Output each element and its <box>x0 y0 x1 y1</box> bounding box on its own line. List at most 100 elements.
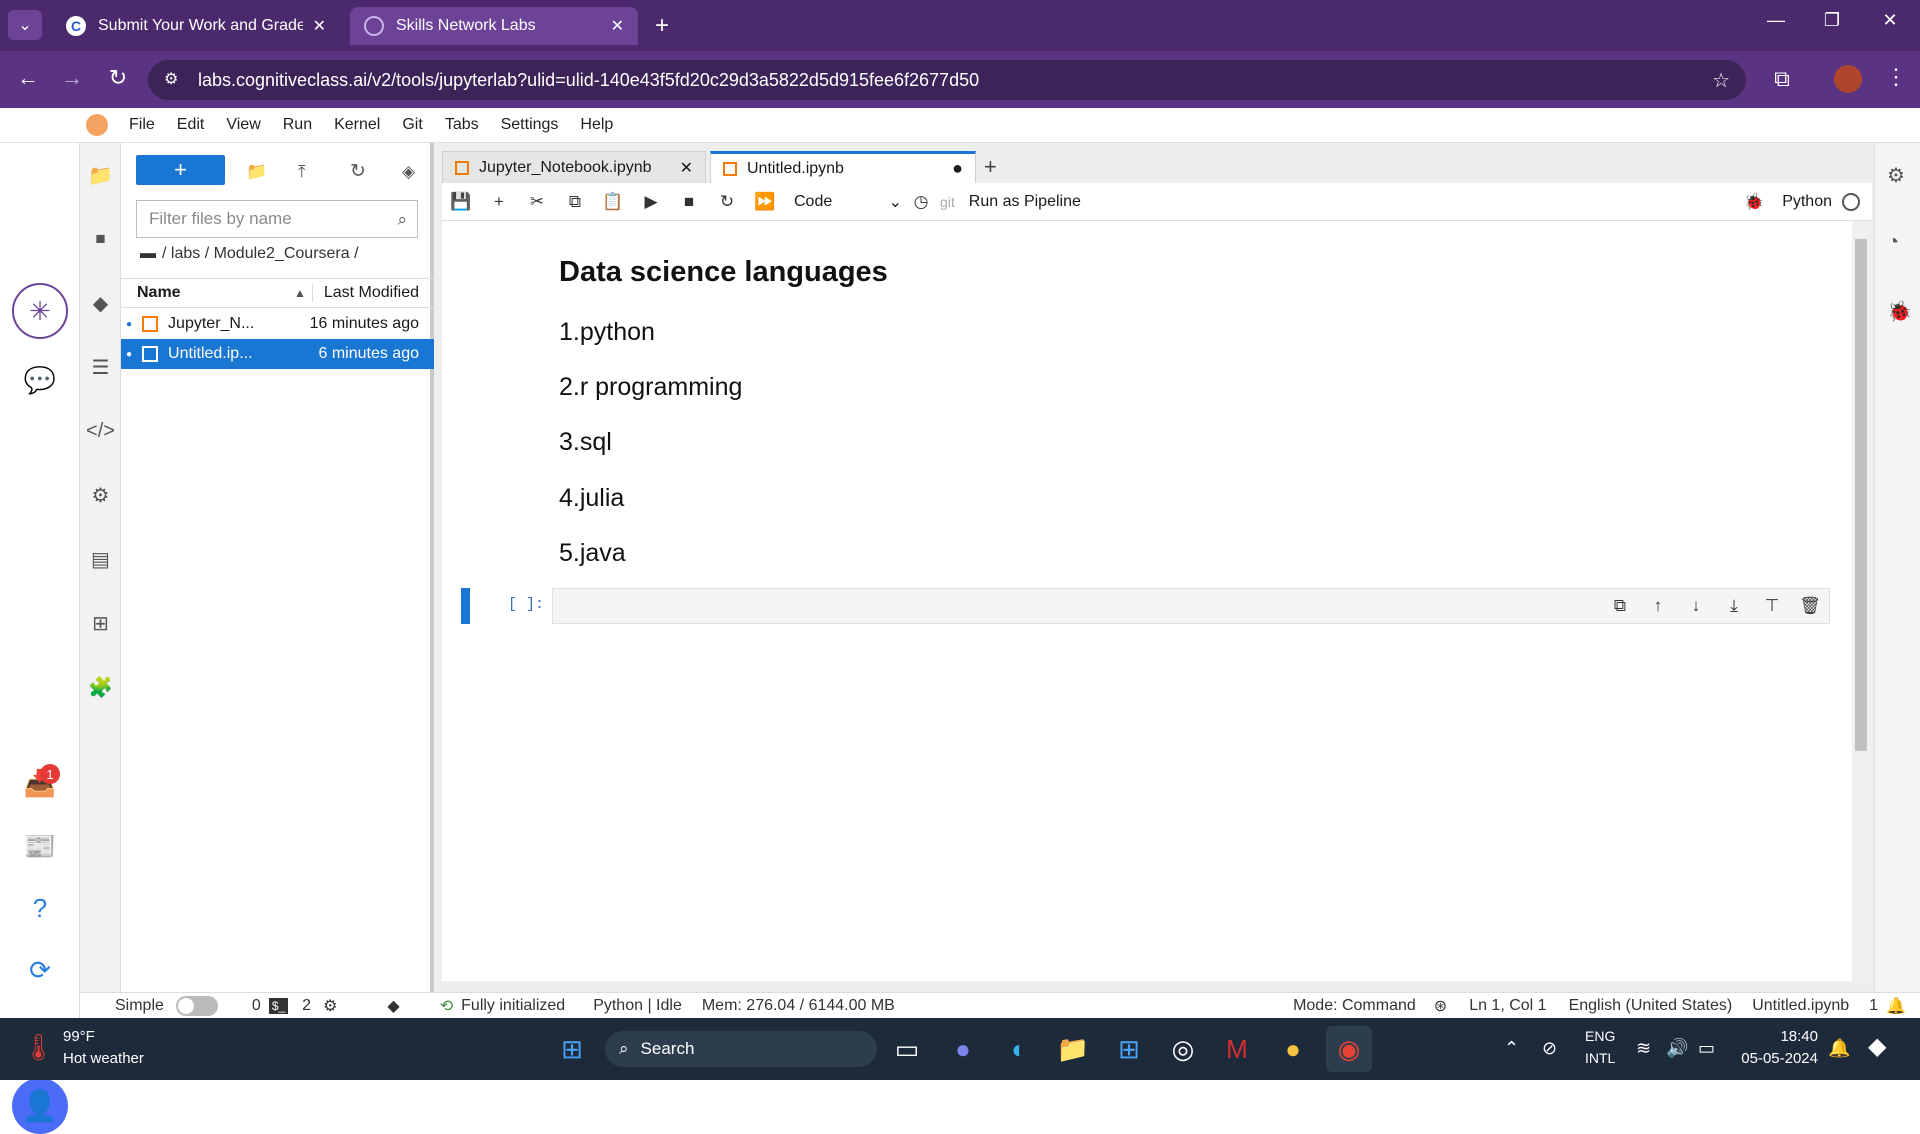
debugger-icon[interactable]: 🐞 <box>1887 299 1912 324</box>
insert-below-icon[interactable]: ⊤ <box>1753 596 1791 616</box>
kernel-status[interactable]: Python | Idle <box>593 997 682 1015</box>
language-secondary[interactable]: INTL <box>1585 1050 1615 1066</box>
weather-desc[interactable]: Hot weather <box>63 1050 144 1067</box>
chat-icon[interactable]: 💬 <box>0 365 80 396</box>
new-folder-icon[interactable]: 📁 <box>246 162 267 182</box>
close-window-button[interactable]: ✕ <box>1870 10 1910 31</box>
task-view-icon[interactable]: ▭ <box>884 1026 930 1072</box>
tab-submit-work[interactable]: C Submit Your Work and Grade Y ✕ <box>52 7 340 45</box>
extension-icon[interactable]: 🧩 <box>80 665 121 709</box>
refresh-icon[interactable]: ↻ <box>350 160 366 183</box>
col-modified[interactable]: Last Modified <box>312 284 434 302</box>
move-down-icon[interactable]: ↓ <box>1677 596 1715 616</box>
debugger-icon[interactable]: 🐞 <box>1744 192 1764 212</box>
unsaved-dot-icon[interactable]: ● <box>952 158 963 179</box>
taskbar-search[interactable]: ⌕ Search <box>605 1031 877 1067</box>
store-icon[interactable]: ⊞ <box>1106 1026 1152 1072</box>
menu-view[interactable]: View <box>215 116 271 134</box>
tree-logo-icon[interactable]: ✳ <box>12 283 68 339</box>
breadcrumb[interactable]: ▬ / labs / Module2_Coursera / <box>140 245 359 263</box>
chrome-icon[interactable]: ◉ <box>1326 1026 1372 1072</box>
network-off-icon[interactable]: ⊘ <box>1542 1038 1557 1059</box>
reload-button[interactable]: ↻ <box>98 65 138 91</box>
clock-date[interactable]: 05-05-2024 <box>1730 1050 1818 1067</box>
filter-files-input[interactable]: Filter files by name ⌕ <box>136 200 418 238</box>
run-as-pipeline-button[interactable]: Run as Pipeline <box>969 193 1081 211</box>
back-button[interactable]: ← <box>8 65 48 91</box>
property-inspector-icon[interactable]: ⚙ <box>1887 163 1905 188</box>
sync-icon[interactable]: ⟳ <box>0 955 80 986</box>
running-icon[interactable]: ⏹ <box>80 217 121 261</box>
tab-jupyter-notebook[interactable]: Jupyter_Notebook.ipynb ✕ <box>442 151 706 183</box>
help-icon[interactable]: ? <box>0 893 80 924</box>
clock-icon[interactable]: ◷ <box>902 192 940 212</box>
copilot-icon[interactable]: ◆ <box>1868 1032 1886 1061</box>
code-icon[interactable]: </> <box>80 409 121 453</box>
restore-button[interactable]: ❐ <box>1812 10 1852 31</box>
scrollbar[interactable] <box>1852 221 1870 981</box>
minimize-button[interactable]: — <box>1756 10 1796 31</box>
news-icon[interactable]: 📰 <box>0 831 80 862</box>
language-primary[interactable]: ENG <box>1585 1028 1615 1044</box>
edge-icon[interactable]: ◐ <box>996 1026 1042 1072</box>
tab-untitled[interactable]: Untitled.ipynb ● <box>710 151 976 183</box>
terminal-count[interactable]: 0 <box>252 997 261 1015</box>
battery-icon[interactable]: ▭ <box>1698 1038 1715 1059</box>
simple-mode-toggle[interactable] <box>175 995 218 1016</box>
run-icon[interactable]: ▶ <box>632 192 670 212</box>
save-icon[interactable]: 💾 <box>442 192 480 212</box>
restart-icon[interactable]: ↻ <box>708 192 746 212</box>
weather-icon[interactable]: 🌡 <box>22 1032 55 1063</box>
cell-type-select[interactable]: Code ⌄ <box>794 192 902 212</box>
tab-search-button[interactable]: ⌄ <box>8 10 42 40</box>
cut-icon[interactable]: ✂ <box>518 192 556 212</box>
col-name[interactable]: Name <box>121 284 294 302</box>
file-explorer-icon[interactable]: 📁 <box>1050 1026 1096 1072</box>
menu-run[interactable]: Run <box>272 116 323 134</box>
menu-git[interactable]: Git <box>391 116 433 134</box>
delete-cell-icon[interactable]: 🗑 <box>1791 596 1829 616</box>
kernel-count[interactable]: 2 <box>302 997 311 1015</box>
add-tab-button[interactable]: + <box>984 154 997 180</box>
move-up-icon[interactable]: ↑ <box>1639 596 1677 616</box>
scrollbar-thumb[interactable] <box>1855 239 1867 751</box>
star-icon[interactable]: ☆ <box>1712 68 1730 93</box>
wifi-icon[interactable]: ≋ <box>1636 1038 1651 1059</box>
dell-icon[interactable]: ◎ <box>1160 1026 1206 1072</box>
insert-above-icon[interactable]: ⤓ <box>1715 596 1753 616</box>
bell-icon[interactable]: 🔔 <box>1886 996 1906 1016</box>
toc-icon[interactable]: ☰ <box>80 345 121 389</box>
user-avatar-icon[interactable]: 👤 <box>12 1078 68 1134</box>
menu-kernel[interactable]: Kernel <box>323 116 391 134</box>
menu-edit[interactable]: Edit <box>166 116 216 134</box>
spellcheck-language[interactable]: English (United States) <box>1569 997 1733 1015</box>
menu-settings[interactable]: Settings <box>490 116 570 134</box>
chevron-up-icon[interactable]: ⌃ <box>1504 1038 1519 1059</box>
menu-file[interactable]: File <box>118 116 166 134</box>
file-row-selected[interactable]: ● Untitled.ip... 6 minutes ago <box>121 339 434 369</box>
new-launcher-button[interactable]: + <box>136 155 225 185</box>
fast-forward-icon[interactable]: ⏩ <box>746 192 784 212</box>
url-field[interactable]: ⚙ labs.cognitiveclass.ai/v2/tools/jupyte… <box>148 60 1746 100</box>
menu-help[interactable]: Help <box>569 116 624 134</box>
profile-avatar[interactable] <box>1834 65 1862 93</box>
notification-count[interactable]: 1 <box>1869 997 1878 1015</box>
menu-tabs[interactable]: Tabs <box>434 116 490 134</box>
teams-icon[interactable]: ● <box>940 1026 986 1072</box>
duplicate-cell-icon[interactable]: ⧉ <box>1601 596 1639 616</box>
new-tab-button[interactable]: + <box>642 12 682 40</box>
git-diff-icon[interactable]: git <box>940 194 955 210</box>
resource-usage-icon[interactable]: ◔ <box>1887 231 1899 254</box>
close-icon[interactable]: ✕ <box>313 16 326 36</box>
git-status-icon[interactable]: ◆ <box>387 996 399 1016</box>
elyra-icon[interactable]: ⊞ <box>80 601 121 645</box>
volume-icon[interactable]: 🔊 <box>1666 1038 1688 1059</box>
kernel-name[interactable]: Python <box>1782 193 1832 211</box>
git-clone-icon[interactable]: ◈ <box>402 162 415 182</box>
clock-time[interactable]: 18:40 <box>1758 1028 1818 1045</box>
settings-icon[interactable]: ⚙ <box>80 473 121 517</box>
cursor-position[interactable]: Ln 1, Col 1 <box>1469 997 1546 1015</box>
copy-icon[interactable]: ⧉ <box>556 192 594 212</box>
paste-icon[interactable]: 📋 <box>594 192 632 212</box>
weather-temp[interactable]: 99°F <box>63 1028 95 1045</box>
